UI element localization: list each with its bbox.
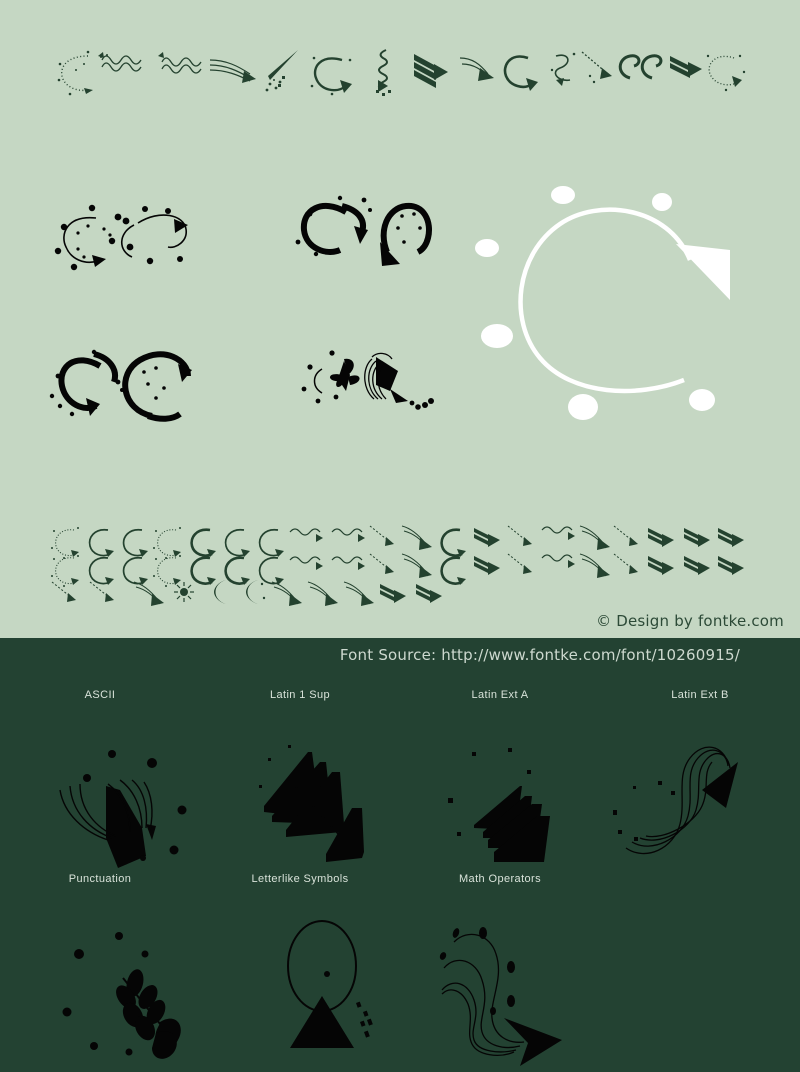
glyph-stacked-chevrons — [432, 720, 572, 870]
block-label-punctuation: Punctuation — [68, 873, 132, 885]
unicode-block-labels-row2: Punctuation Letterlike Symbols Math Oper… — [0, 873, 800, 889]
dingbat-sample-strip-top — [50, 44, 750, 96]
specimen-white-circular-arrow — [475, 180, 753, 425]
block-label-math-operators: Math Operators — [458, 873, 542, 885]
glyph-triple-chevron-down — [244, 712, 394, 872]
specimen-curved-arrows-bold-pair — [292, 190, 452, 282]
font-source-link[interactable]: Font Source: http://www.fontke.com/font/… — [340, 646, 740, 664]
block-label-latinexta: Latin Ext A — [471, 689, 529, 701]
light-panel: © Design by fontke.com — [0, 0, 800, 638]
block-label-latinextb: Latin Ext B — [671, 689, 729, 701]
design-credit: © Design by fontke.com — [596, 612, 784, 630]
specimen-curved-arrows-thin — [48, 185, 248, 295]
glyph-wave-arrow — [412, 900, 602, 1072]
specimen-curved-arrows-bold — [48, 340, 248, 432]
specimen-pinwheel-and-fan — [292, 345, 452, 425]
dingbat-sample-grid — [50, 524, 750, 607]
glyph-swirl-arrow — [602, 712, 762, 872]
block-label-letterlike-symbols: Letterlike Symbols — [251, 873, 349, 885]
glyph-oval-triangle — [264, 908, 384, 1068]
font-specimen-page: © Design by fontke.com Font Source: http… — [0, 0, 800, 1072]
glyph-leaf-arrow — [40, 900, 220, 1072]
block-label-latin1sup: Latin 1 Sup — [269, 689, 331, 701]
block-label-ascii: ASCII — [84, 689, 116, 701]
glyph-fan-burst — [50, 728, 210, 873]
unicode-block-labels-row1: ASCII Latin 1 Sup Latin Ext A Latin Ext … — [0, 689, 800, 705]
block-label-empty — [600, 873, 800, 889]
